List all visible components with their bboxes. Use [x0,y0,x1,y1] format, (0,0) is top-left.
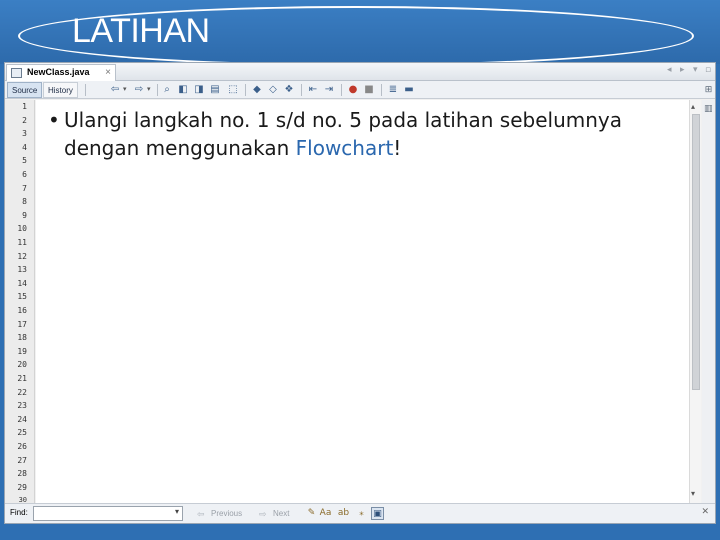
line-number: 22 [17,387,27,397]
next-occurrence-icon[interactable]: ◨ [193,84,205,96]
find-icon[interactable]: ⌕ [161,84,173,96]
next-arrow-icon: ⇨ [259,509,267,519]
editor-toolbar: Source History ⇦ ▾ ⇨ ▾ ⌕ ◧ ◨ ▤ ⬚ ◆ ◇ ❖ ⇤… [5,81,715,99]
close-find-icon[interactable]: ✕ [701,507,709,517]
line-number: 5 [22,156,27,166]
file-tab[interactable]: NewClass.java × [6,64,116,81]
scroll-up-icon[interactable]: ▴ [691,102,695,111]
ide-editor-window: NewClass.java × ◂ ▸ ▾ ▫ Source History ⇦… [4,62,716,524]
back-icon[interactable]: ⇦ [109,84,121,96]
line-number: 8 [22,197,27,207]
line-number: 17 [17,319,27,329]
java-file-icon [11,68,22,78]
find-previous-button[interactable]: ⇦ Previous [197,507,242,521]
close-tab-icon[interactable]: × [105,65,111,80]
record-macro-icon[interactable]: ● [347,84,359,96]
highlight-toggle-icon[interactable]: ▣ [371,507,384,520]
line-number: 10 [17,224,27,234]
line-number: 14 [17,278,27,288]
line-number: 1 [22,102,27,111]
find-history-dropdown-icon[interactable]: ▾ [175,507,179,516]
whole-words-icon[interactable]: ab [337,507,350,520]
line-number: 6 [22,170,27,179]
toggle-highlight-icon[interactable]: ▤ [209,84,221,96]
uncomment-icon[interactable]: ▬ [403,84,415,96]
shift-right-icon[interactable]: ⇥ [323,84,335,96]
forward-icon[interactable]: ⇨ [133,84,145,96]
comment-icon[interactable]: ≣ [387,84,399,96]
line-number: 7 [22,183,27,193]
toggle-bookmark-icon[interactable]: ❖ [283,84,295,96]
editor-tab-bar: NewClass.java × ◂ ▸ ▾ ▫ [5,63,715,81]
slide-title: LATIHAN [72,12,210,50]
error-stripe-icon: ⊞ [704,85,713,95]
back-dropdown-icon[interactable]: ▾ [123,85,127,93]
title-banner: LATIHAN [0,0,720,66]
previous-arrow-icon: ⇦ [197,509,205,519]
select-icon[interactable]: ⬚ [227,84,239,96]
find-input[interactable]: ▾ [33,506,183,521]
file-tab-label: NewClass.java [27,67,90,77]
line-number: 29 [17,482,27,492]
line-number: 15 [17,292,27,302]
line-number: 11 [17,238,27,247]
line-number: 16 [17,306,27,315]
vertical-scrollbar[interactable]: ▴ ▾ [689,100,701,503]
line-number: 2 [22,115,27,125]
find-bar: Find: ▾ ⇦ Previous ⇨ Next ✎ Aa ab ⁎ ▣ ✕ [5,503,715,523]
find-next-button[interactable]: ⇨ Next [259,507,289,521]
line-number: 12 [17,251,27,261]
line-number: 28 [17,469,27,479]
show-opened-documents-icon[interactable]: ▾ [693,65,698,75]
line-number: 3 [22,129,27,139]
code-editor[interactable]: • Ulangi langkah no. 1 s/d no. 5 pada la… [36,100,689,503]
line-number: 4 [22,142,27,152]
line-number: 23 [17,401,27,411]
scroll-tabs-right-icon[interactable]: ▸ [680,65,685,75]
prev-occurrence-icon[interactable]: ◧ [177,84,189,96]
scroll-down-icon[interactable]: ▾ [691,489,695,498]
scrollbar-thumb[interactable] [692,114,700,390]
instruction-text-end: ! [393,136,402,160]
line-number: 21 [17,374,27,383]
line-number: 18 [17,333,27,343]
line-number: 26 [17,442,27,451]
find-previous-label: Previous [211,509,243,518]
line-number: 9 [22,210,27,220]
source-view-button[interactable]: Source [7,82,43,98]
scroll-tabs-left-icon[interactable]: ◂ [667,65,672,75]
stop-macro-icon[interactable]: ■ [363,84,375,96]
line-number: 13 [17,265,27,275]
shift-left-icon[interactable]: ⇤ [307,84,319,96]
next-bookmark-icon[interactable]: ◇ [267,84,279,96]
stripe-marker-icon: ▥ [704,104,713,114]
bullet-point: • [48,108,60,132]
match-case-icon[interactable]: Aa [319,507,332,520]
line-number: 27 [17,455,27,465]
prev-bookmark-icon[interactable]: ◆ [251,84,263,96]
forward-dropdown-icon[interactable]: ▾ [147,85,151,93]
line-number: 25 [17,428,27,438]
history-view-button[interactable]: History [43,82,78,98]
line-number: 20 [17,360,27,370]
line-number-gutter: 1 2 3 4 5 6 7 8 9 10 11 12 13 14 15 16 1… [5,100,35,504]
line-number: 19 [17,346,27,356]
flowchart-highlight: Flowchart [295,136,394,160]
highlight-results-icon[interactable]: ✎ [305,507,318,520]
regex-icon[interactable]: ⁎ [355,507,368,520]
maximize-window-icon[interactable]: ▫ [705,65,711,75]
error-stripe: ▥ [702,100,715,503]
find-next-label: Next [273,509,290,518]
line-number: 24 [17,414,27,424]
find-label: Find: [10,508,28,517]
instruction-text: • Ulangi langkah no. 1 s/d no. 5 pada la… [48,106,668,162]
